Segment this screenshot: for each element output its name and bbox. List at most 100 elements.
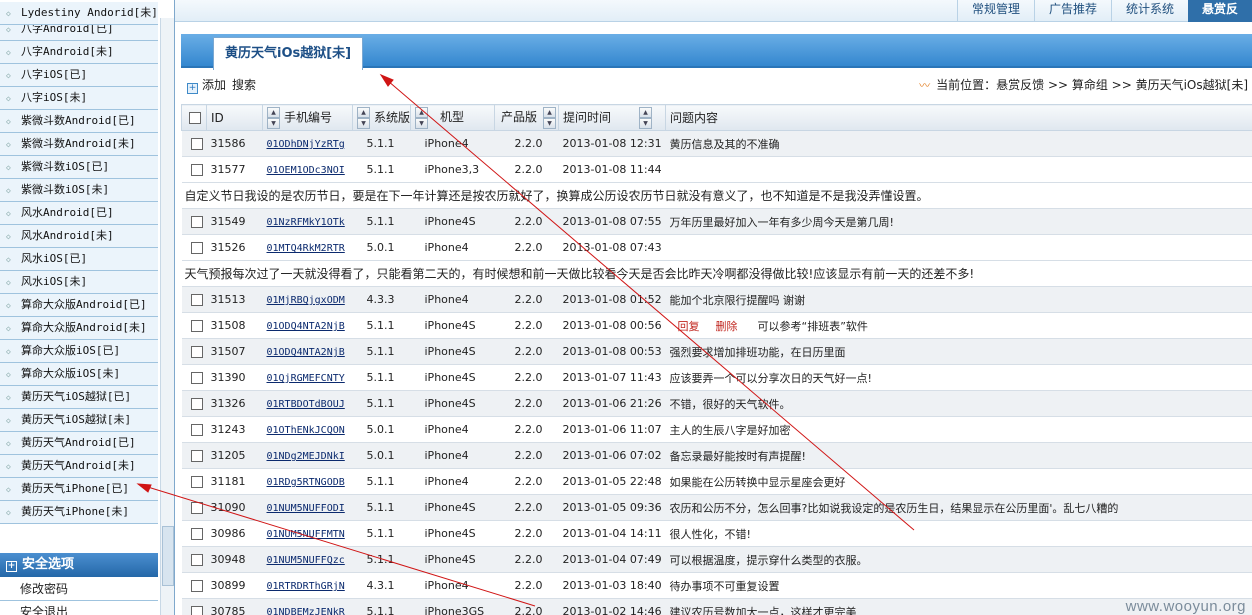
header-phone[interactable]: ▲ ▼ 手机编号 [262, 104, 353, 131]
sidebar-item[interactable]: ◇ 算命大众版Android[已] [0, 294, 158, 317]
row-checkbox[interactable] [190, 606, 203, 615]
phone-link[interactable]: 01OThENkJCQON [267, 425, 345, 436]
header-version[interactable]: 产品版 ▲ ▼ [494, 104, 559, 131]
cell-phone[interactable]: 01OThENkJCQON [262, 416, 353, 443]
sidebar-item[interactable]: ◇ Lydestiny Andorid[未] [0, 2, 158, 25]
cell-phone[interactable]: 01RTRDRThGRjN [262, 572, 353, 599]
sidebar-item[interactable]: ◇ 八字iOS[已] [0, 64, 158, 87]
security-section-header[interactable]: + 安全选项 [0, 553, 158, 577]
top-nav-general[interactable]: 常规管理 [956, 0, 1034, 22]
phone-link[interactable]: 01NUM5NUFFMTN [267, 529, 345, 540]
sort-icon[interactable]: ▲ ▼ [415, 106, 428, 129]
sidebar-item[interactable]: ◇ 黄历天气Android[已] [0, 432, 158, 455]
sidebar-item[interactable]: ◇ 风水Android[已] [0, 202, 158, 225]
sidebar-item[interactable]: ◇ 风水iOS[已] [0, 248, 158, 271]
row-checkbox[interactable] [190, 424, 203, 436]
table-row[interactable]: 31090 01NUM5NUFFODI 5.1.1 iPhone4S 2.2.0 2013… [181, 494, 1252, 521]
top-nav-feedback[interactable]: 悬赏反 [1187, 0, 1252, 22]
cell-select[interactable] [181, 312, 207, 339]
table-row[interactable]: 31390 01QjRGMEFCNTY 5.1.1 iPhone4S 2.2.0 2013… [181, 364, 1252, 391]
phone-link[interactable]: 01ODhDNjYzRTg [267, 139, 345, 150]
cell-select[interactable] [181, 494, 207, 521]
sidebar-item[interactable]: ◇ 紫微斗数Android[未] [0, 133, 158, 156]
row-checkbox[interactable] [190, 372, 203, 384]
phone-link[interactable]: 01QjRGMEFCNTY [267, 373, 345, 384]
cell-phone[interactable]: 01ODhDNjYzRTg [262, 130, 353, 157]
table-row[interactable]: 31181 01RDg5RTNGODB 5.1.1 iPhone4 2.2.0 2013-… [181, 468, 1252, 495]
sort-icon[interactable]: ▲ ▼ [543, 106, 557, 129]
phone-link[interactable]: 01RTBDOTdBOUJ [267, 399, 345, 410]
table-row[interactable]: 31586 01ODhDNjYzRTg 5.1.1 iPhone4 2.2.0 2013-… [181, 130, 1252, 157]
row-checkbox[interactable] [190, 580, 203, 592]
sort-icon[interactable]: ▲ ▼ [639, 106, 653, 129]
add-icon[interactable]: + [187, 83, 198, 94]
row-checkbox[interactable] [190, 294, 203, 306]
reply-link[interactable]: 回复 [678, 320, 700, 333]
phone-link[interactable]: 01RTRDRThGRjN [267, 581, 345, 592]
header-model[interactable]: ▲ ▼ 机型 [410, 104, 495, 131]
cell-select[interactable] [181, 390, 207, 417]
row-checkbox[interactable] [190, 346, 203, 358]
table-row[interactable]: 31243 01OThENkJCQON 5.0.1 iPhone4 2.2.0 2013-… [181, 416, 1252, 443]
row-checkbox[interactable] [190, 476, 203, 488]
table-row[interactable]: 31513 01MjRBQjgxODM 4.3.3 iPhone4 2.2.0 2013-… [181, 286, 1252, 313]
cell-select[interactable] [181, 442, 207, 469]
cell-select[interactable] [181, 572, 207, 599]
sidebar-item[interactable]: ◇ 风水iOS[未] [0, 271, 158, 294]
cell-select[interactable] [181, 286, 207, 313]
phone-link[interactable]: 01MTQ4RkM2RTR [267, 243, 345, 254]
sidebar-item[interactable]: ◇ 风水Android[未] [0, 225, 158, 248]
cell-select[interactable] [181, 598, 207, 615]
sidebar-item[interactable]: ◇ 八字iOS[未] [0, 87, 158, 110]
header-os[interactable]: ▲ ▼ 系统版 [352, 104, 411, 131]
cell-phone[interactable]: 01OEM1ODc3NOI [262, 156, 353, 183]
row-checkbox[interactable] [190, 502, 203, 514]
sidebar-item[interactable]: ◇ 算命大众版iOS[未] [0, 363, 158, 386]
cell-phone[interactable]: 01ODQ4NTA2NjB [262, 338, 353, 365]
sidebar-item-logout[interactable]: 安全退出 [0, 601, 158, 615]
cell-select[interactable] [181, 520, 207, 547]
row-checkbox[interactable] [190, 554, 203, 566]
sort-icon[interactable]: ▲ ▼ [357, 106, 370, 129]
phone-link[interactable]: 01MjRBQjgxODM [267, 295, 345, 306]
table-row[interactable]: 31526 01MTQ4RkM2RTR 5.0.1 iPhone4 2.2.0 2013-… [181, 234, 1252, 261]
table-row[interactable]: 30785 01NDBEMzJENkR 5.1.1 iPhone3GS 2.2.0 201… [181, 598, 1252, 615]
cell-select[interactable] [181, 234, 207, 261]
cell-select[interactable] [181, 364, 207, 391]
table-row[interactable]: 31549 01NzRFMkY1OTk 5.1.1 iPhone4S 2.2.0 2013… [181, 208, 1252, 235]
phone-link[interactable]: 01RDg5RTNGODB [267, 477, 345, 488]
sidebar-item[interactable]: ◇ 黄历天气iPhone[已] [0, 478, 158, 501]
header-select-all[interactable] [181, 104, 207, 131]
cell-select[interactable] [181, 416, 207, 443]
cell-phone[interactable]: 01QjRGMEFCNTY [262, 364, 353, 391]
phone-link[interactable]: 01NUM5NUFFQzc [267, 555, 345, 566]
sidebar-item[interactable]: ◇ 紫微斗数iOS[未] [0, 179, 158, 202]
cell-phone[interactable]: 01MjRBQjgxODM [262, 286, 353, 313]
delete-link[interactable]: 删除 [716, 320, 738, 333]
cell-select[interactable] [181, 546, 207, 573]
top-nav-stats[interactable]: 统计系统 [1110, 0, 1188, 22]
row-checkbox[interactable] [190, 528, 203, 540]
top-nav-ads[interactable]: 广告推荐 [1033, 0, 1111, 22]
sort-icon[interactable]: ▲ ▼ [267, 106, 280, 129]
row-checkbox[interactable] [190, 216, 203, 228]
cell-phone[interactable]: 01RDg5RTNGODB [262, 468, 353, 495]
sidebar-item[interactable]: ◇ 黄历天气Android[未] [0, 455, 158, 478]
sidebar-item[interactable]: ◇ 八字Android[未] [0, 41, 158, 64]
table-row[interactable]: 31508 01ODQ4NTA2NjB 5.1.1 iPhone4S 2.2.0 2013… [181, 312, 1252, 339]
cell-select[interactable] [181, 468, 207, 495]
phone-link[interactable]: 01NDBEMzJENkR [267, 607, 345, 615]
row-checkbox[interactable] [190, 450, 203, 462]
sidebar-item-change-password[interactable]: 修改密码 [0, 578, 158, 601]
cell-phone[interactable]: 01NUM5NUFFMTN [262, 520, 353, 547]
tab-current[interactable]: 黄历天气iOs越狱[未] [213, 37, 364, 70]
cell-phone[interactable]: 01ODQ4NTA2NjB [262, 312, 353, 339]
sidebar-item[interactable]: ◇ 黄历天气iOS越狱[已] [0, 386, 158, 409]
phone-link[interactable]: 01NUM5NUFFODI [267, 503, 345, 514]
row-checkbox[interactable] [190, 242, 203, 254]
sidebar-scrollbar[interactable] [160, 18, 174, 615]
cell-select[interactable] [181, 208, 207, 235]
sidebar-item[interactable]: ◇ 紫微斗数Android[已] [0, 110, 158, 133]
header-time[interactable]: 提问时间 ▲ ▼ [558, 104, 666, 131]
row-checkbox[interactable] [190, 398, 203, 410]
